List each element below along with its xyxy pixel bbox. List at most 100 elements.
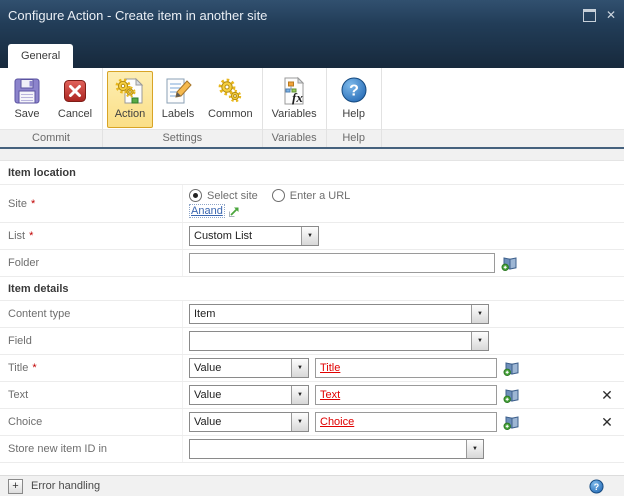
title-row: Title * Value	[0, 355, 624, 382]
group-label-settings: Settings	[103, 129, 262, 147]
required-asterisk: *	[32, 362, 37, 374]
lookup-icon[interactable]	[503, 415, 521, 430]
external-link-icon	[228, 205, 241, 218]
content-type-select[interactable]: Item	[189, 304, 489, 324]
lookup-icon[interactable]	[503, 388, 521, 403]
list-row: List * Custom List	[0, 223, 624, 250]
common-label: Common	[208, 108, 253, 120]
action-form: Item location Site * Select site Enter a…	[0, 161, 624, 475]
text-row: Text Value	[0, 382, 624, 409]
ribbon-group-variables: fx Variables Variables	[262, 68, 327, 147]
choice-label: Choice	[0, 409, 183, 435]
store-item-id-row: Store new item ID in	[0, 436, 624, 463]
group-label-commit: Commit	[0, 129, 102, 147]
dialog-header: Configure Action - Create item in anothe…	[0, 0, 624, 68]
list-label: List *	[0, 223, 183, 249]
content-type-label: Content type	[0, 301, 183, 327]
site-link[interactable]: Anand	[189, 204, 225, 218]
svg-text:fx: fx	[292, 90, 303, 105]
required-asterisk: *	[29, 230, 34, 242]
text-label: Text	[0, 382, 183, 408]
cancel-button[interactable]: Cancel	[52, 71, 98, 128]
chevron-down-icon[interactable]	[471, 305, 488, 323]
text-source-select[interactable]: Value	[189, 385, 309, 405]
save-button[interactable]: Save	[4, 71, 50, 128]
help-icon: ?	[338, 75, 370, 107]
store-item-id-select[interactable]	[189, 439, 484, 459]
tab-strip: General	[0, 44, 624, 68]
content-type-row: Content type Item	[0, 301, 624, 328]
title-source-select[interactable]: Value	[189, 358, 309, 378]
labels-icon	[162, 75, 194, 107]
help-label: Help	[342, 108, 365, 120]
action-icon	[114, 75, 146, 107]
folder-label: Folder	[0, 250, 183, 276]
lookup-icon[interactable]	[501, 256, 519, 271]
radio-selected-icon[interactable]	[189, 189, 202, 202]
ribbon: Save Cancel Commit Action Labels Common …	[0, 68, 624, 149]
remove-row-icon[interactable]	[597, 387, 617, 404]
maximize-icon[interactable]	[582, 8, 596, 22]
ribbon-group-help: ? Help Help	[326, 68, 382, 147]
save-icon	[11, 75, 43, 107]
labels-label: Labels	[161, 108, 195, 120]
labels-button[interactable]: Labels	[155, 71, 201, 128]
title-label: Title *	[0, 355, 183, 381]
action-button[interactable]: Action	[107, 71, 153, 128]
text-value-input[interactable]	[315, 385, 497, 405]
help-circle-icon[interactable]: ?	[589, 478, 604, 494]
chevron-down-icon[interactable]	[466, 440, 483, 458]
store-item-id-label: Store new item ID in	[0, 436, 183, 462]
error-handling-label: Error handling	[31, 480, 101, 492]
action-label: Action	[114, 108, 146, 120]
group-label-help: Help	[326, 129, 381, 147]
ribbon-group-settings: Action Labels Common Settings	[103, 68, 263, 147]
title-value-input[interactable]	[315, 358, 497, 378]
select-site-radio[interactable]: Select site	[189, 189, 258, 202]
save-label: Save	[14, 108, 40, 120]
choice-value-input[interactable]	[315, 412, 497, 432]
chevron-down-icon[interactable]	[291, 386, 308, 404]
section-heading-item-details: Item details	[0, 277, 624, 301]
help-button[interactable]: ? Help	[331, 71, 377, 128]
ribbon-filler	[381, 68, 624, 147]
choice-source-select[interactable]: Value	[189, 412, 309, 432]
ribbon-shadow-band	[0, 149, 624, 161]
remove-row-icon[interactable]	[597, 414, 617, 431]
group-label-variables: Variables	[262, 129, 326, 147]
choice-row: Choice Value	[0, 409, 624, 436]
tab-general[interactable]: General	[8, 44, 74, 68]
close-icon[interactable]: ✕	[606, 9, 616, 21]
list-select[interactable]: Custom List	[189, 226, 319, 246]
chevron-down-icon[interactable]	[301, 227, 318, 245]
chevron-down-icon[interactable]	[471, 332, 488, 350]
common-icon	[214, 75, 246, 107]
chevron-down-icon[interactable]	[291, 413, 308, 431]
chevron-down-icon[interactable]	[291, 359, 308, 377]
radio-unselected-icon[interactable]	[271, 189, 285, 202]
variables-button[interactable]: fx Variables	[267, 71, 322, 128]
configure-action-dialog: Configure Action - Create item in anothe…	[0, 0, 624, 496]
required-asterisk: *	[30, 197, 36, 210]
site-label: Site *	[0, 185, 183, 222]
field-label: Field	[0, 328, 183, 354]
expand-icon[interactable]	[8, 478, 23, 494]
ribbon-group-commit: Save Cancel Commit	[0, 68, 103, 147]
svg-text:?: ?	[594, 481, 599, 491]
field-select[interactable]	[189, 331, 489, 351]
svg-text:?: ?	[349, 83, 359, 100]
titlebar: Configure Action - Create item in anothe…	[0, 0, 624, 30]
variables-label: Variables	[271, 108, 317, 120]
error-handling-bar: Error handling ?	[0, 475, 624, 496]
section-heading-item-location: Item location	[0, 161, 624, 185]
folder-input[interactable]	[189, 253, 495, 273]
field-row: Field	[0, 328, 624, 355]
lookup-icon[interactable]	[503, 361, 521, 376]
folder-row: Folder	[0, 250, 624, 277]
site-row: Site * Select site Enter a URL Anand	[0, 185, 624, 223]
cancel-label: Cancel	[57, 108, 93, 120]
enter-url-radio[interactable]: Enter a URL	[271, 189, 350, 202]
variables-icon: fx	[278, 75, 310, 107]
window-title: Configure Action - Create item in anothe…	[8, 7, 268, 23]
common-button[interactable]: Common	[203, 71, 258, 128]
